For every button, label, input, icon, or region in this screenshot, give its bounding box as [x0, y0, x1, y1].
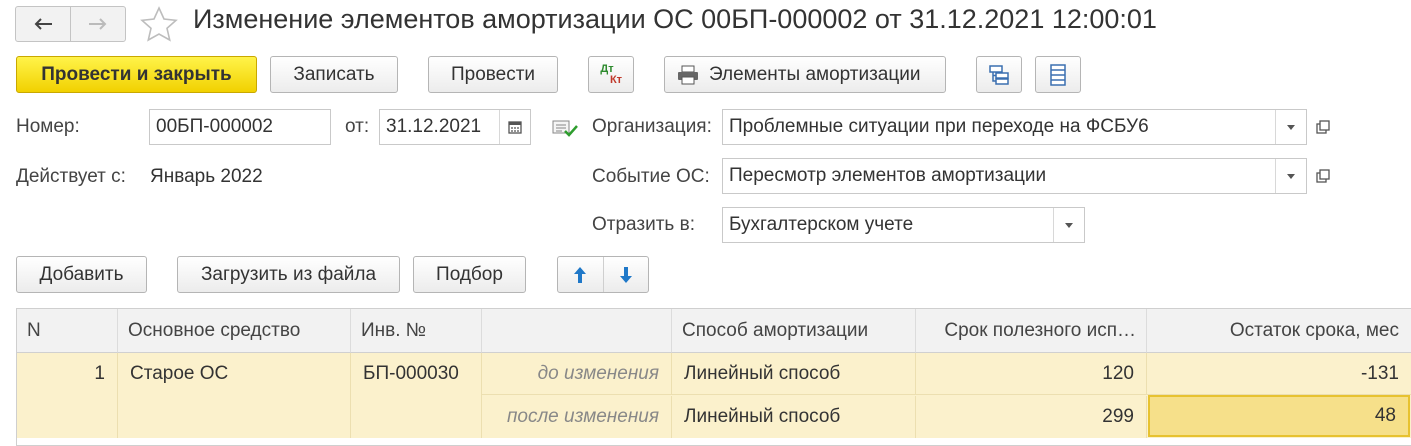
organization-dropdown-button[interactable] — [1275, 110, 1306, 144]
after-method-cell: Линейный способ — [672, 396, 916, 438]
list-icon — [1050, 63, 1066, 86]
page-title: Изменение элементов амортизации ОС 00БП-… — [193, 4, 1157, 34]
event-field[interactable]: Пересмотр элементов амортизации — [722, 158, 1307, 194]
calendar-button[interactable] — [499, 110, 530, 144]
pick-button[interactable]: Подбор — [413, 256, 526, 293]
before-term-cell: 120 — [916, 353, 1147, 395]
column-header-method[interactable]: Способ амортизации — [672, 309, 916, 353]
reflect-value: Бухгалтерском учете — [729, 214, 914, 235]
nav-group — [15, 6, 126, 42]
more-menu-button[interactable] — [1035, 56, 1081, 93]
load-from-file-button[interactable]: Загрузить из файла — [177, 256, 400, 293]
column-header-inv[interactable]: Инв. № — [351, 309, 482, 353]
move-down-button[interactable] — [602, 257, 649, 292]
depreciation-elements-label: Элементы амортизации — [709, 63, 921, 85]
printer-icon — [678, 65, 698, 84]
after-change-label: после изменения — [482, 396, 672, 438]
valid-from-value: Январь 2022 — [150, 166, 263, 187]
inv-cell: БП-000030 — [351, 353, 482, 438]
chevron-down-icon — [1065, 222, 1073, 228]
column-header-remaining[interactable]: Остаток срока, мес — [1147, 309, 1411, 353]
move-buttons-group — [557, 256, 649, 293]
valid-from-label: Действует с: — [16, 166, 126, 187]
reflect-dropdown-button[interactable] — [1053, 208, 1084, 242]
row-number: 1 — [17, 353, 118, 395]
number-field[interactable]: 00БП-000002 — [149, 109, 331, 145]
arrow-down-icon — [619, 266, 632, 283]
before-method-cell: Линейный способ — [672, 353, 916, 395]
organization-value: Проблемные ситуации при переходе на ФСБУ… — [729, 116, 1149, 137]
open-window-icon — [1316, 120, 1330, 134]
column-header-asset[interactable]: Основное средство — [118, 309, 351, 353]
add-button[interactable]: Добавить — [16, 256, 147, 293]
save-button[interactable]: Записать — [270, 56, 398, 93]
calendar-icon — [508, 121, 522, 134]
chevron-down-icon — [1287, 124, 1295, 130]
back-button[interactable] — [16, 7, 70, 41]
column-header-state[interactable] — [482, 309, 672, 353]
arrow-up-icon — [574, 266, 587, 283]
date-value: 31.12.2021 — [386, 116, 482, 137]
reflect-field[interactable]: Бухгалтерском учете — [722, 207, 1085, 243]
open-window-icon — [1316, 169, 1330, 183]
date-from-label: от: — [345, 116, 370, 137]
number-label: Номер: — [16, 116, 80, 137]
chevron-down-icon — [1287, 173, 1295, 179]
dt-kt-button[interactable]: Дт Кт — [588, 56, 634, 93]
assets-table: N Основное средство Инв. № Способ аморти… — [16, 308, 1411, 446]
event-dropdown-button[interactable] — [1275, 159, 1306, 193]
event-open-button[interactable] — [1309, 158, 1337, 194]
asset-cell: Старое ОС — [118, 353, 351, 438]
move-up-button[interactable] — [558, 257, 603, 292]
column-header-term[interactable]: Срок полезного исп… — [916, 309, 1147, 353]
post-button[interactable]: Провести — [428, 56, 558, 93]
before-change-label: до изменения — [482, 353, 672, 395]
favorite-star-icon[interactable] — [140, 6, 178, 48]
event-label: Событие ОС: — [592, 166, 710, 187]
arrow-right-icon — [89, 18, 107, 30]
structure-button[interactable] — [976, 56, 1022, 93]
forward-button[interactable] — [70, 7, 125, 41]
status-check-icon[interactable] — [552, 118, 578, 144]
hierarchy-icon — [989, 64, 1009, 85]
organization-field[interactable]: Проблемные ситуации при переходе на ФСБУ… — [722, 109, 1307, 145]
organization-label: Организация: — [592, 116, 712, 137]
date-field[interactable]: 31.12.2021 — [379, 109, 531, 145]
before-remaining-cell: -131 — [1147, 353, 1411, 395]
column-header-n[interactable]: N — [17, 309, 118, 353]
dt-label: Дт — [600, 62, 614, 75]
table-row[interactable]: 1 Старое ОС БП-000030 до изменения Линей… — [17, 353, 1411, 438]
kt-label: Кт — [609, 73, 623, 86]
organization-open-button[interactable] — [1309, 109, 1337, 145]
reflect-label: Отразить в: — [592, 214, 695, 235]
arrow-left-icon — [34, 18, 52, 30]
depreciation-elements-button[interactable]: Элементы амортизации — [664, 56, 946, 93]
post-and-close-button[interactable]: Провести и закрыть — [16, 56, 257, 93]
after-term-cell: 299 — [916, 396, 1147, 438]
event-value: Пересмотр элементов амортизации — [729, 165, 1047, 186]
after-remaining-cell[interactable]: 48 — [1148, 395, 1410, 437]
